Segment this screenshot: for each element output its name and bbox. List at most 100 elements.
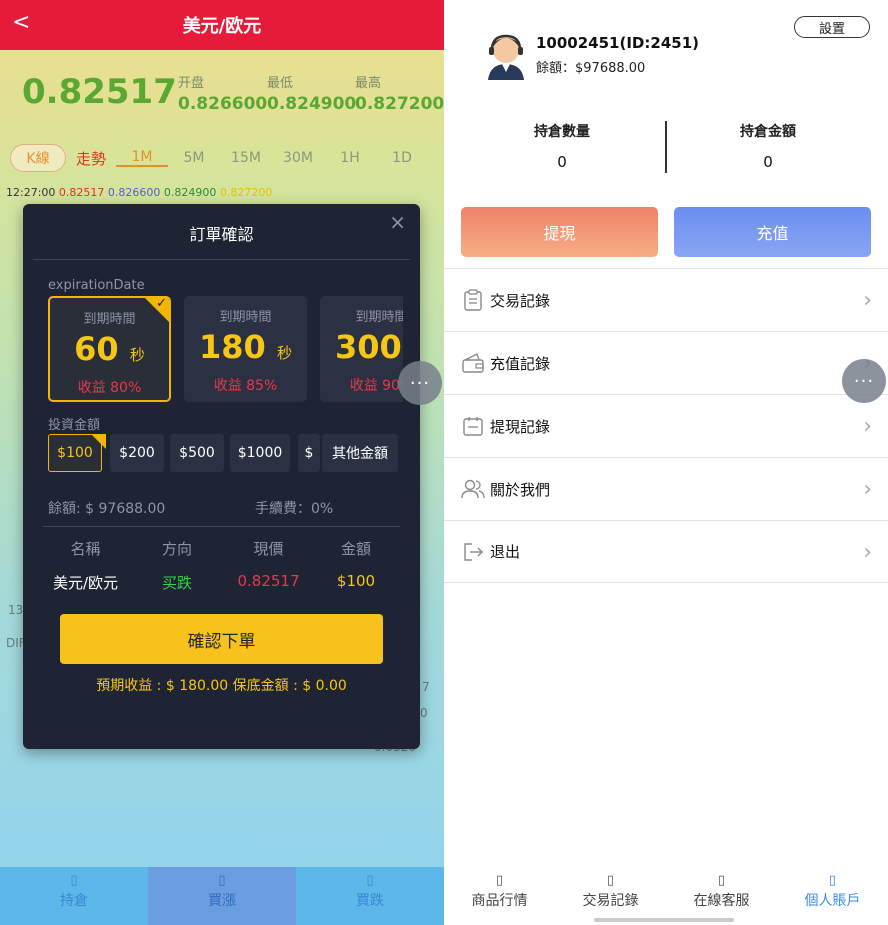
trade-screen: < 美元/欧元 0.82517 开盘 0.826600 最低 0.824900 …	[0, 0, 444, 925]
menu-item-recharge-records[interactable]: 充值記錄 ›	[444, 331, 888, 394]
account-screen: 10002451(ID:2451) 餘額：$97688.00 設置 持倉數量 0…	[444, 0, 888, 925]
settings-button[interactable]: 設置	[794, 16, 870, 38]
expiration-option-60[interactable]: 到期時間 60 秒 收益 80% ✓	[48, 296, 171, 402]
nav-label: 在線客服	[693, 893, 750, 909]
nav-account[interactable]: ▯ 個人賬戶	[777, 867, 888, 925]
tab-trend[interactable]: 走勢	[76, 148, 116, 169]
dialog-title: 訂單確認	[189, 225, 254, 244]
expiration-caption: 到期時間	[355, 310, 403, 325]
back-icon[interactable]: <	[12, 10, 30, 35]
tick-value: 0.824900	[163, 186, 217, 199]
expiration-unit: 秒	[276, 344, 292, 362]
profit-rate: 收益 90%	[349, 378, 403, 394]
records-icon: ▯	[606, 873, 615, 888]
nav-label: 買跌	[356, 893, 384, 909]
nav-label: 個人賬戶	[804, 893, 861, 909]
holding-amount: 持倉金額 0	[658, 121, 878, 171]
menu-label: 退出	[490, 543, 521, 561]
account-icon: ▯	[828, 873, 837, 888]
nav-buy-down[interactable]: ▯ 買跌	[296, 867, 444, 925]
chart-fragment: 13	[8, 603, 24, 617]
amount-option[interactable]: $500	[170, 434, 224, 472]
timeframe-1d[interactable]: 1D	[376, 150, 428, 166]
holding-label: 持倉金額	[740, 124, 796, 140]
divider	[43, 526, 400, 527]
home-indicator	[594, 918, 734, 922]
order-price: 0.82517	[237, 572, 300, 590]
holding-value: 0	[763, 153, 773, 171]
tick-readout: 12:27:00 0.82517 0.826600 0.824900 0.827…	[6, 186, 272, 199]
order-amount: $100	[336, 572, 376, 590]
fee-text: 手續費：0%	[255, 501, 334, 517]
chart-fragment: 0	[420, 706, 428, 720]
tab-kline[interactable]: K線	[10, 144, 66, 172]
more-icon[interactable]: ···	[842, 359, 886, 403]
timeframe-15m[interactable]: 15M	[220, 150, 272, 166]
menu-item-logout[interactable]: 退出 ›	[444, 520, 888, 583]
timeframe-1h[interactable]: 1H	[324, 150, 376, 166]
order-table-header: 名稱 方向 現價 金額	[23, 538, 420, 559]
timeframe-30m[interactable]: 30M	[272, 150, 324, 166]
trade-header: < 美元/欧元	[0, 0, 444, 50]
nav-trade-records[interactable]: ▯ 交易記錄	[555, 867, 666, 925]
timeframe-5m[interactable]: 5M	[168, 150, 220, 166]
header-direction: 方向	[161, 540, 192, 558]
account-menu: 交易記錄 › 充值記錄 › 提現記錄 › 關於	[444, 268, 888, 583]
close-icon[interactable]: ×	[389, 210, 406, 234]
nav-label: 持倉	[60, 893, 88, 909]
nav-buy-up[interactable]: ▯ 買漲	[148, 867, 296, 925]
menu-label: 充值記錄	[490, 354, 551, 373]
nav-label: 買漲	[208, 893, 236, 909]
amount-option[interactable]: $	[298, 434, 320, 472]
checkmark-icon: ✓	[156, 296, 167, 311]
confirm-order-button[interactable]: 確認下單	[60, 614, 383, 664]
holding-label: 持倉數量	[534, 124, 590, 140]
amount-option[interactable]: $1000	[230, 434, 290, 472]
order-direction: 买跌	[161, 574, 192, 592]
nav-positions[interactable]: ▯ 持倉	[0, 867, 148, 925]
buy-up-icon: ▯	[218, 873, 226, 888]
header-amount: 金額	[340, 540, 371, 558]
header-price: 現價	[253, 540, 284, 558]
chart-tabs: K線 走勢 1M 5M 15M 30M 1H 1D	[10, 144, 440, 172]
app-root: < 美元/欧元 0.82517 开盘 0.826600 最低 0.824900 …	[0, 0, 888, 925]
nav-market[interactable]: ▯ 商品行情	[444, 867, 555, 925]
balance-text: 餘額: $ 97688.00	[48, 501, 166, 517]
amount-other[interactable]: 其他金額	[322, 434, 398, 472]
menu-item-withdraw-records[interactable]: 提現記錄 ›	[444, 394, 888, 457]
chevron-right-icon: ›	[863, 414, 872, 439]
profit-rate: 收益 80%	[77, 380, 142, 396]
stat-label: 最高	[355, 76, 382, 91]
menu-label: 交易記錄	[490, 291, 551, 310]
stat-value: 0.824900	[267, 94, 357, 114]
positions-icon: ▯	[70, 873, 78, 888]
nav-label: 交易記錄	[582, 893, 639, 909]
withdraw-button[interactable]: 提現	[461, 207, 658, 257]
stat-value: 0.827200	[355, 94, 444, 114]
expiration-option-300[interactable]: 到期時間 300 秒 收益 90%	[320, 296, 403, 402]
order-confirm-dialog: 訂單確認 × expirationDate 到期時間 60 秒 收益 80% ✓…	[23, 204, 420, 749]
expiration-option-180[interactable]: 到期時間 180 秒 收益 85%	[184, 296, 307, 402]
expected-profit: 預期收益 : $ 180.00 保底金額 : $ 0.00	[96, 678, 347, 694]
recharge-button[interactable]: 充值	[674, 207, 871, 257]
more-icon[interactable]: ···	[398, 361, 442, 405]
amount-option[interactable]: $200	[110, 434, 164, 472]
order-name: 美元/欧元	[52, 574, 119, 592]
stat-value: 0.826600	[178, 94, 268, 114]
timeframe-1m[interactable]: 1M	[116, 149, 168, 167]
avatar	[488, 34, 524, 80]
amount-options: $100 $200 $500 $1000 $ 其他金額	[48, 434, 403, 472]
support-icon: ▯	[717, 873, 726, 888]
divider	[33, 259, 410, 260]
tick-value: 0.82517	[58, 186, 105, 199]
amount-label: 投資金額	[48, 418, 101, 433]
header-name: 名稱	[70, 540, 101, 558]
nav-support[interactable]: ▯ 在線客服	[666, 867, 777, 925]
stat-label: 开盘	[178, 76, 205, 91]
user-name: 10002451(ID:2451)	[536, 34, 699, 52]
market-icon: ▯	[495, 873, 504, 888]
wallet-icon	[460, 350, 486, 376]
expiration-value: 300	[335, 328, 402, 366]
menu-item-trade-records[interactable]: 交易記錄 ›	[444, 268, 888, 331]
menu-item-about-us[interactable]: 關於我們 ›	[444, 457, 888, 520]
